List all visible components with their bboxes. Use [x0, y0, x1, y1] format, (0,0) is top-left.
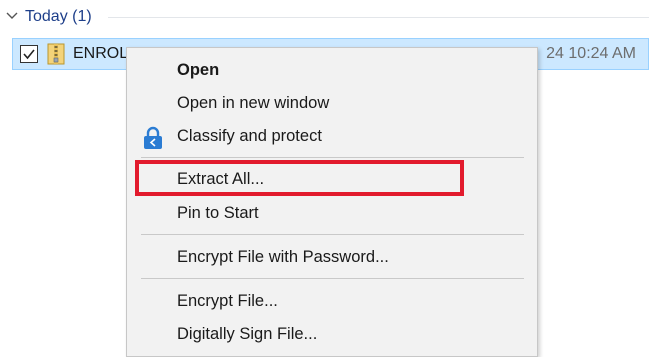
lock-icon: [144, 126, 162, 149]
checkmark-icon: [23, 49, 35, 60]
menu-separator: [141, 157, 524, 158]
context-menu: Open Open in new window Classify and pro…: [126, 47, 538, 357]
menu-item-open-in-new-window[interactable]: Open in new window: [127, 87, 537, 121]
menu-item-encrypt-file[interactable]: Encrypt File...: [127, 285, 537, 319]
menu-item-label: Digitally Sign File...: [177, 325, 318, 343]
menu-item-label: Open: [177, 61, 220, 79]
file-name: ENROL: [73, 45, 129, 62]
menu-item-label: Encrypt File...: [177, 292, 278, 310]
file-checkbox[interactable]: [20, 45, 38, 63]
menu-item-label: Encrypt File with Password...: [177, 248, 389, 266]
group-header[interactable]: Today (1): [0, 0, 649, 36]
group-title: Today (1): [25, 8, 92, 25]
menu-item-classify-and-protect[interactable]: Classify and protect: [127, 120, 537, 154]
menu-item-open[interactable]: Open: [127, 54, 537, 88]
menu-item-label: Open in new window: [177, 94, 330, 112]
menu-item-label: Pin to Start: [177, 204, 259, 222]
zip-folder-icon: [47, 43, 65, 65]
menu-item-label: Extract All...: [177, 170, 265, 188]
menu-separator: [141, 234, 524, 235]
menu-item-digitally-sign-file[interactable]: Digitally Sign File...: [127, 318, 537, 352]
menu-separator: [141, 278, 524, 279]
file-date: 24 10:24 AM: [546, 45, 636, 62]
group-divider: [108, 17, 649, 18]
menu-item-encrypt-file-with-password[interactable]: Encrypt File with Password...: [127, 241, 537, 275]
chevron-down-icon[interactable]: [5, 9, 19, 23]
menu-item-extract-all[interactable]: Extract All...: [127, 163, 537, 197]
menu-item-label: Classify and protect: [177, 127, 322, 145]
menu-item-pin-to-start[interactable]: Pin to Start: [127, 197, 537, 231]
